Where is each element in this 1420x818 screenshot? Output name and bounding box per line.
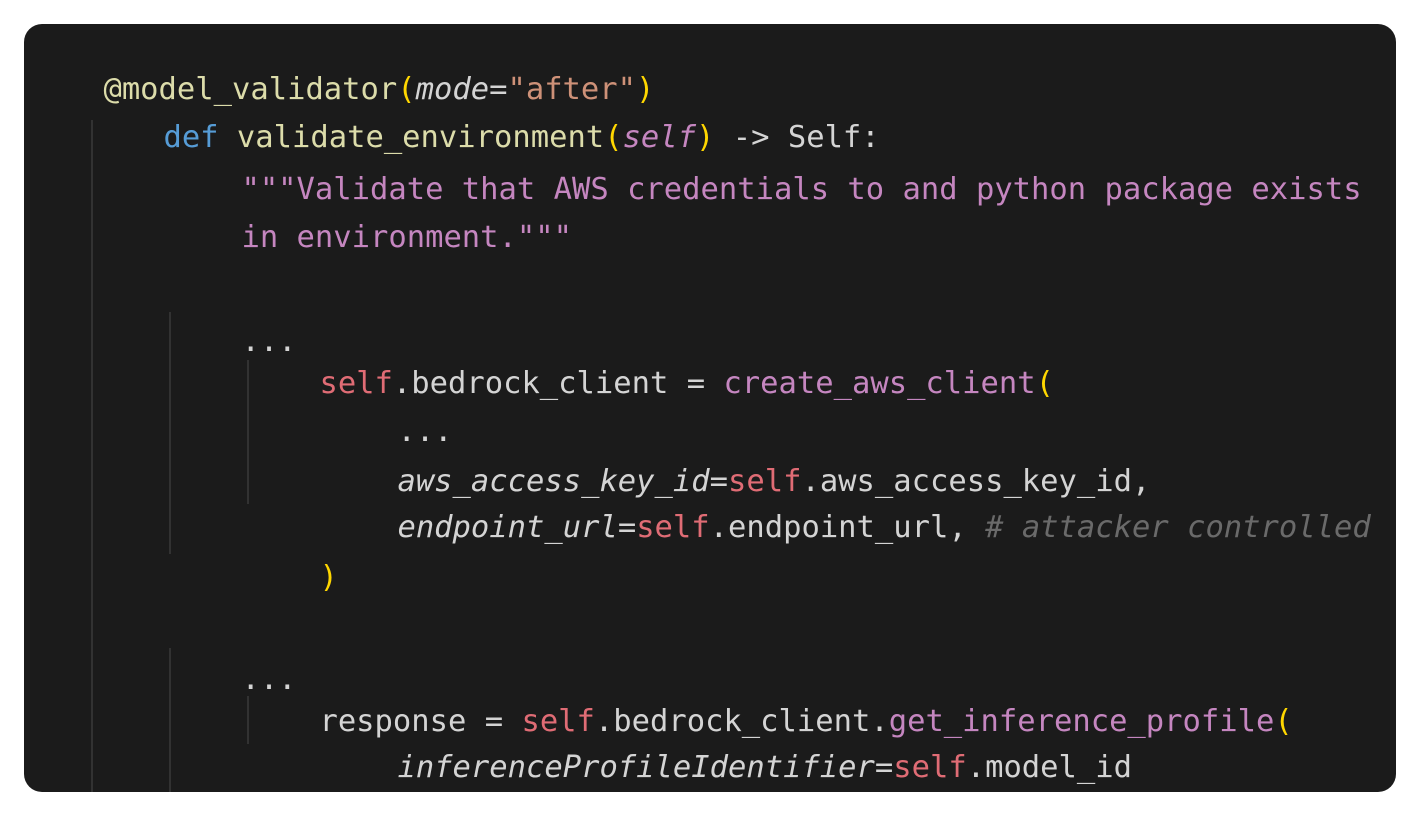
code-line-2: def validate_environment(self) -> Self: [90, 66, 879, 155]
code-line-1: @model_validator(mode="after") [30, 24, 654, 107]
code-line-8: aws_access_key_id=self.aws_access_key_id… [324, 410, 1150, 499]
code-line-14: ) [246, 744, 338, 792]
attr-access: .endpoint_url, [709, 510, 986, 545]
equals: = [617, 510, 637, 545]
function-call: create_aws_client [723, 366, 1036, 401]
comment: # attacker controlled [985, 510, 1371, 545]
code-line-6: self.bedrock_client = create_aws_client( [246, 312, 1054, 401]
paren-close: ) [319, 560, 338, 595]
code-line-5: ... [168, 270, 296, 359]
kwarg-inference-profile-identifier: inferenceProfileIdentifier [397, 750, 875, 785]
attr-access: .model_id [966, 750, 1132, 785]
code-editor-panel: @model_validator(mode="after") def valid… [24, 24, 1396, 792]
code-line-13: inferenceProfileIdentifier=self.model_id [324, 696, 1132, 785]
code-line-7: ... [324, 360, 452, 449]
paren-open: ( [1035, 366, 1054, 401]
equals: = [874, 750, 894, 785]
self-ref: self [636, 510, 710, 545]
kwarg-endpoint-url: endpoint_url [397, 510, 618, 545]
code-line-10: ) [246, 506, 337, 595]
code-line-9: endpoint_url=self.endpoint_url, # attack… [324, 456, 1370, 545]
code-line-12: response = self.bedrock_client.get_infer… [246, 650, 1292, 739]
docstring: in environment.""" [241, 220, 572, 255]
code-line-11: ... [168, 608, 296, 697]
code-line-4: in environment.""" [168, 166, 572, 255]
self-ref: self [893, 750, 967, 785]
code-line-3: """Validate that AWS credentials to and … [168, 118, 1361, 207]
paren-open: ( [1274, 704, 1293, 739]
